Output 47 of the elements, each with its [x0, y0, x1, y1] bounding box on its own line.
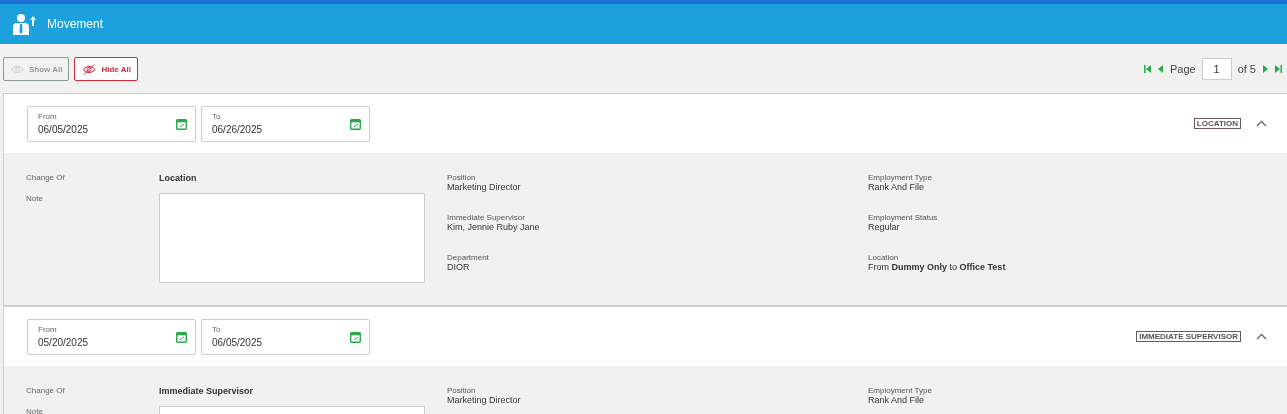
from-date-field[interactable]: From 06/05/2025: [27, 105, 196, 142]
page-label: Page: [1169, 63, 1196, 75]
field-label: Immediate Supervisor: [447, 213, 526, 222]
note-label: Note: [26, 407, 44, 414]
previous-page-icon[interactable]: [1157, 65, 1164, 73]
movement-type-tag: LOCATION: [1193, 118, 1241, 129]
calendar-icon[interactable]: [176, 118, 187, 130]
field-label: Employment Type: [868, 173, 933, 182]
field-value: Marketing Director: [447, 182, 522, 192]
field-label: Location: [868, 253, 900, 262]
field-label: Employment Status: [868, 213, 939, 222]
field-value: DIOR: [447, 262, 471, 272]
change-of-value: Immediate Supervisor: [159, 386, 255, 396]
next-page-icon[interactable]: [1262, 65, 1268, 73]
to-date-field[interactable]: To 06/05/2025: [201, 318, 370, 355]
last-page-icon[interactable]: [1274, 65, 1282, 73]
page-title: Movement: [47, 17, 104, 31]
calendar-icon[interactable]: [176, 331, 187, 343]
note-label: Note: [26, 194, 44, 203]
field-value: Rank And File: [868, 395, 926, 405]
field-value: Marketing Director: [447, 395, 522, 405]
page-input[interactable]: 1: [1201, 58, 1232, 80]
field-value: Rank And File: [868, 182, 926, 192]
field-value: Regular: [868, 222, 901, 232]
eye-slash-icon: [82, 63, 97, 75]
first-page-icon[interactable]: [1143, 65, 1152, 73]
collapse-chevron-icon[interactable]: [1256, 333, 1267, 340]
person-arrow-icon: [13, 13, 37, 35]
change-of-value: Location: [159, 173, 198, 183]
field-label: Department: [447, 253, 490, 262]
field-value: From Dummy Only to Office Test: [868, 262, 1007, 272]
movement-type-tag: IMMEDIATE SUPERVISOR: [1136, 331, 1241, 342]
from-date-field[interactable]: From 05/20/2025: [27, 318, 196, 355]
calendar-icon[interactable]: [350, 331, 361, 343]
calendar-icon[interactable]: [350, 118, 361, 130]
page-total: of 5: [1237, 63, 1256, 75]
change-of-label: Change Of: [26, 386, 66, 395]
note-field[interactable]: [159, 193, 425, 283]
to-date-field[interactable]: To 06/26/2025: [201, 105, 370, 142]
field-value: Kim, Jennie Ruby Jane: [447, 222, 541, 232]
field-label: Position: [447, 173, 477, 182]
change-of-label: Change Of: [26, 173, 66, 182]
hide-all-button[interactable]: Hide All: [74, 57, 138, 81]
collapse-chevron-icon[interactable]: [1256, 120, 1267, 127]
eye-icon: [11, 64, 24, 74]
field-label: Position: [447, 386, 477, 395]
field-label: Employment Type: [868, 386, 933, 395]
